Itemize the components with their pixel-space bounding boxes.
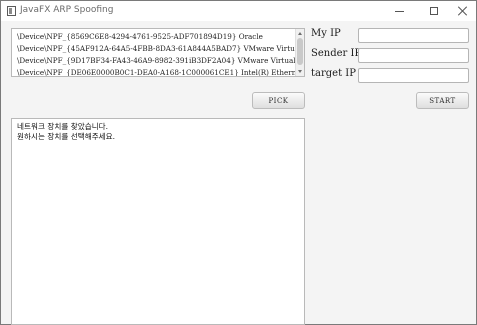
close-icon	[458, 6, 468, 16]
maximize-icon	[430, 7, 438, 15]
pick-button[interactable]: PICK	[252, 92, 305, 109]
scroll-up-icon[interactable]	[298, 32, 302, 35]
target-ip-input[interactable]	[358, 68, 469, 83]
main-window: JavaFX ARP Spoofing \Device\NPF_{8569C6E…	[0, 0, 477, 325]
close-button[interactable]	[448, 1, 477, 21]
maximize-button[interactable]	[419, 1, 449, 21]
device-list-scrollbar[interactable]	[295, 29, 304, 76]
log-line: 원하시는 장치를 선택해주세요.	[17, 132, 116, 141]
app-icon	[7, 6, 16, 16]
minimize-button[interactable]	[384, 1, 414, 21]
start-button[interactable]: START	[416, 92, 469, 109]
my-ip-label: My IP	[311, 28, 341, 39]
title-bar: JavaFX ARP Spoofing	[1, 1, 476, 21]
minimize-icon	[394, 11, 404, 12]
scroll-down-icon[interactable]	[298, 70, 302, 73]
scroll-thumb[interactable]	[297, 38, 303, 65]
target-ip-label: target IP	[311, 68, 356, 79]
sender-ip-label: Sender IP	[311, 48, 362, 59]
device-list[interactable]: \Device\NPF_{8569C6E8-4294-4761-9525-ADF…	[11, 28, 305, 77]
window-title: JavaFX ARP Spoofing	[20, 5, 114, 15]
device-list-item[interactable]: \Device\NPF_{DE06E0000B0C1-DEA0-A168-1C0…	[17, 66, 296, 76]
log-textarea[interactable]: 네트워크 장치를 찾았습니다. 원하시는 장치를 선택해주세요.	[11, 118, 305, 325]
device-items: \Device\NPF_{8569C6E8-4294-4761-9525-ADF…	[12, 29, 296, 76]
sender-ip-input[interactable]	[358, 48, 469, 63]
my-ip-input[interactable]	[358, 28, 469, 43]
